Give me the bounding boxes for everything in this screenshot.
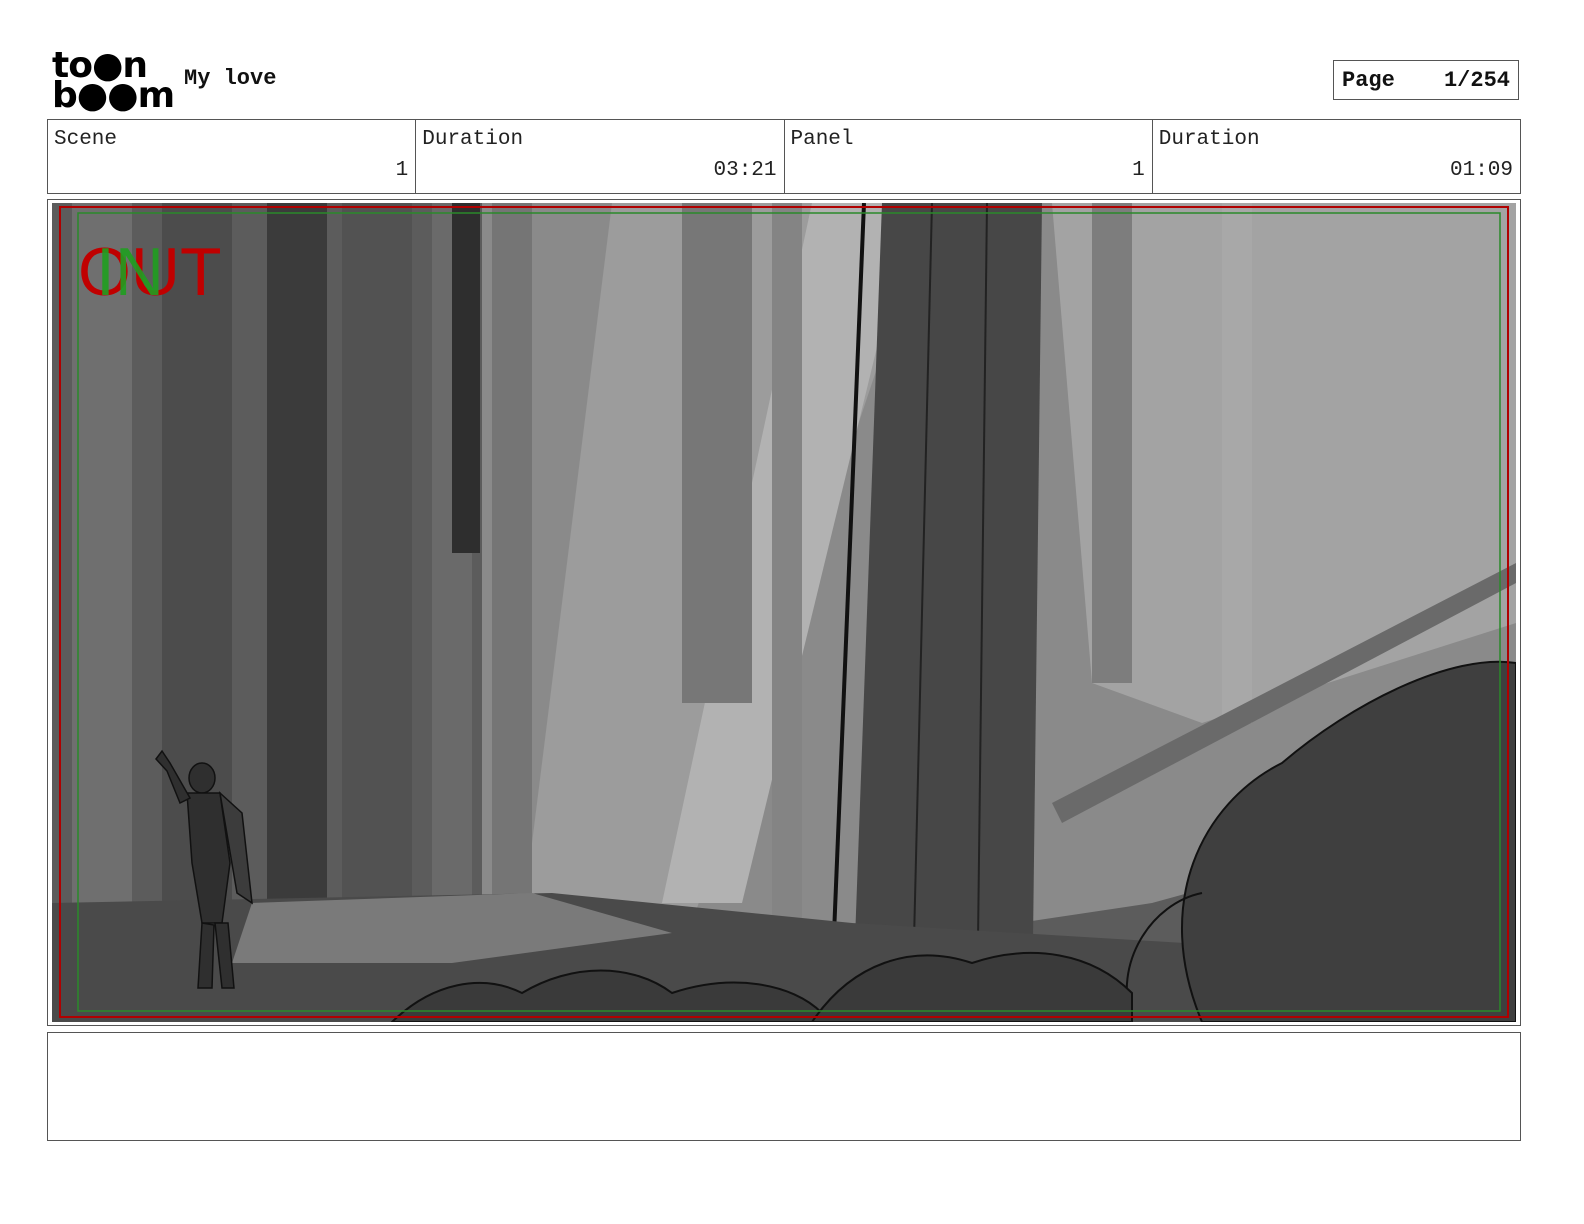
panel-info-table: Scene 1 Duration 03:21 Panel 1 Duration … [47, 119, 1521, 194]
project-title: My love [184, 66, 277, 91]
scene-duration-cell: Duration 03:21 [416, 120, 785, 193]
scene-duration-label: Duration [422, 128, 524, 151]
panel-duration-value: 01:09 [1449, 159, 1513, 182]
page-indicator: Page 1/254 [1333, 60, 1519, 100]
toonboom-logo: to●n b●●m [52, 48, 175, 116]
logo-line-2: b●●m [52, 75, 175, 116]
page-label: Page [1342, 67, 1395, 93]
in-marker: IN [96, 234, 164, 310]
scene-value: 1 [395, 159, 409, 182]
panel-duration-label: Duration [1158, 128, 1260, 151]
panel-label: Panel [790, 128, 854, 151]
scene-duration-value: 03:21 [713, 159, 777, 182]
scene-label: Scene [54, 128, 118, 151]
storyboard-panel-frame: OUT IN [47, 199, 1521, 1026]
scene-cell: Scene 1 [48, 120, 417, 193]
panel-notes-box[interactable] [47, 1032, 1521, 1141]
panel-cell: Panel 1 [785, 120, 1153, 193]
page-number: 1/254 [1443, 67, 1510, 93]
panel-value: 1 [1132, 159, 1145, 182]
panel-duration-cell: Duration 01:09 [1153, 120, 1520, 193]
storyboard-drawing[interactable]: OUT IN [52, 203, 1516, 1022]
forest-sketch: OUT IN [52, 203, 1516, 1022]
